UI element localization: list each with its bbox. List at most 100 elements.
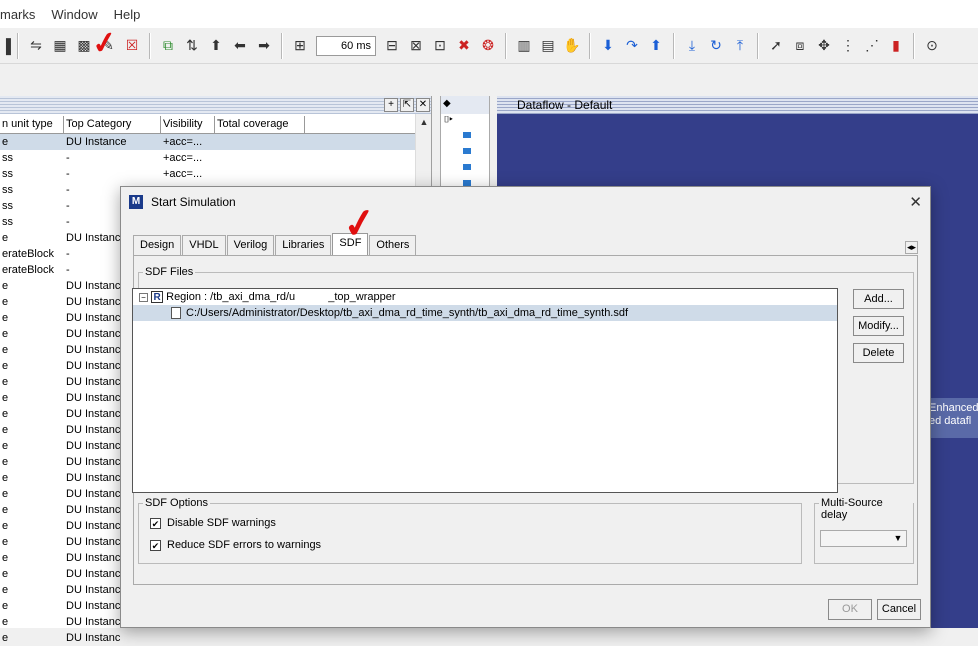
table-cell: e (2, 456, 9, 468)
time-icon[interactable]: ⊞ (290, 36, 310, 56)
table-cell (215, 134, 305, 150)
tab-libraries[interactable]: Libraries (275, 235, 332, 255)
signal-icon[interactable]: ▮ (886, 36, 906, 56)
wave-icon[interactable]: ⊟ (382, 36, 402, 56)
chart-icon[interactable]: ❂ (478, 36, 498, 56)
redo-icon[interactable]: ↷ (622, 36, 642, 56)
toolbar-separator (17, 32, 19, 59)
table-row[interactable]: e DU Instanc (0, 630, 416, 646)
bookmark-icon[interactable]: ⊡ (430, 36, 450, 56)
table-cell: ss (2, 152, 13, 164)
tab-vhdl[interactable]: VHDL (182, 235, 226, 255)
tab-design[interactable]: Design (133, 235, 182, 255)
start-simulation-dialog: M Start Simulation ✕ Design VHDL Verilog… (120, 186, 931, 628)
tab-verilog[interactable]: Verilog (226, 235, 275, 255)
menu-help[interactable]: Help (114, 7, 141, 22)
marker-icon[interactable]: ▥ (514, 36, 534, 56)
right-arrow-icon[interactable]: ➡ (254, 36, 274, 56)
table-cell: ss (2, 184, 13, 196)
table-row[interactable]: e DU Instance +acc=... (0, 134, 416, 150)
add-pane-button[interactable]: + (384, 98, 398, 112)
list-icon[interactable]: ⋰ (862, 36, 882, 56)
sort-icon[interactable]: ⇅ (182, 36, 202, 56)
collapse-icon[interactable]: − (139, 292, 148, 302)
toolbar-separator (913, 32, 915, 59)
file-icon (171, 307, 181, 320)
col-total-coverage[interactable]: Total coverage (215, 116, 305, 133)
move-icon[interactable]: ✥ (814, 36, 834, 56)
step-over-icon[interactable]: ⤓ (682, 36, 702, 56)
menu-bookmarks[interactable]: marks (0, 7, 35, 22)
close-pane-button[interactable]: ✕ (416, 98, 430, 112)
clock-icon[interactable]: ⊙ (922, 36, 942, 56)
multi-source-select[interactable]: ▼ (820, 530, 907, 547)
up-arrow-icon[interactable]: ⬆ (206, 36, 226, 56)
table-cell: e (2, 360, 9, 372)
add-button[interactable]: Add... (853, 289, 904, 309)
hand-icon[interactable]: ✋ (562, 36, 582, 56)
table-cell: e (2, 568, 9, 580)
menu-window[interactable]: Window (51, 7, 97, 22)
checkbox-reduce-errors[interactable]: ✔ (150, 539, 161, 551)
table-cell: e (2, 296, 9, 308)
up-icon[interactable]: ⬆ (646, 36, 666, 56)
table-cell: DU Instanc (66, 632, 121, 644)
pointer-icon[interactable]: ➚ (766, 36, 786, 56)
toolbar-separator (149, 32, 151, 59)
left-arrow-icon[interactable]: ⬅ (230, 36, 250, 56)
multi-source-label: Multi-Source delay (819, 497, 913, 521)
table-cell (161, 630, 215, 646)
table-cell (215, 150, 305, 166)
sdf-file-tree[interactable]: − R Region : /tb_axi_dma_rd/u _top_wrapp… (132, 288, 838, 493)
cursor-icon[interactable]: ⋮ (838, 36, 858, 56)
opt-disable-warnings[interactable]: ✔ Disable SDF warnings (150, 517, 276, 529)
toolbar-separator (505, 32, 507, 59)
calc-icon[interactable]: ▦ (50, 36, 70, 56)
red-check-annotation-icon: ✓ (340, 199, 380, 249)
table-cell: e (2, 280, 9, 292)
table-cell: - (66, 168, 70, 180)
undock-button[interactable]: ⇱ (400, 98, 414, 112)
chevron-down-icon[interactable]: ▼ (890, 531, 906, 546)
col-top-category[interactable]: Top Category (64, 116, 161, 133)
overlay-line1: Enhanced (929, 402, 978, 414)
delete-icon[interactable]: ✖ (454, 36, 474, 56)
sdf-file-path: C:/Users/Administrator/Desktop/tb_axi_dm… (186, 307, 629, 319)
col-visibility[interactable]: Visibility (161, 116, 215, 133)
cancel-button[interactable]: Cancel (877, 599, 921, 620)
close-icon[interactable]: ✕ (909, 193, 922, 211)
toolbar-separator (589, 32, 591, 59)
modify-button[interactable]: Modify... (853, 316, 904, 336)
zoom-icon[interactable]: ⧈ (790, 36, 810, 56)
partial-icon[interactable]: ▐ (1, 36, 11, 56)
table-row[interactable]: ss - +acc=... (0, 150, 416, 166)
expand-icon[interactable]: ⌷▸ (441, 114, 489, 128)
table-cell: e (2, 600, 9, 612)
opt-disable-warnings-label: Disable SDF warnings (167, 517, 276, 529)
down-arrow-icon[interactable]: ⬇ (598, 36, 618, 56)
checkbox-disable-warnings[interactable]: ✔ (150, 517, 161, 529)
delete-button[interactable]: Delete (853, 343, 904, 363)
stop-icon[interactable]: ☒ (122, 36, 142, 56)
break-icon[interactable]: ⊠ (406, 36, 426, 56)
step-out-icon[interactable]: ⤒ (730, 36, 750, 56)
opt-reduce-errors[interactable]: ✔ Reduce SDF errors to warnings (150, 539, 321, 551)
copy-icon[interactable]: ⧉ (158, 36, 178, 56)
step-into-icon[interactable]: ↻ (706, 36, 726, 56)
signal-table-icon[interactable]: ▤ (538, 36, 558, 56)
run-length-input[interactable]: 60 ms (316, 35, 376, 56)
tab-scroll-arrows-icon[interactable]: ◂▸ (904, 241, 918, 254)
table-cell: e (2, 488, 9, 500)
table-cell: DU Instance (66, 136, 127, 148)
table-row[interactable]: ss - +acc=... (0, 166, 416, 182)
col-unit-type[interactable]: n unit type (0, 116, 64, 133)
table-cell: e (2, 344, 9, 356)
ok-button[interactable]: OK (828, 599, 872, 620)
run-icon[interactable]: ⇋ (26, 36, 46, 56)
opt-reduce-errors-label: Reduce SDF errors to warnings (167, 539, 322, 551)
dataflow-title: Dataflow - Default (497, 96, 978, 114)
tree-sdf-file-row[interactable]: C:/Users/Administrator/Desktop/tb_axi_dm… (133, 305, 837, 321)
table-cell: erateBlock (2, 248, 54, 260)
tree-region-row[interactable]: − R Region : /tb_axi_dma_rd/u _top_wrapp… (133, 289, 837, 305)
scroll-up-icon[interactable]: ▲ (416, 114, 432, 130)
